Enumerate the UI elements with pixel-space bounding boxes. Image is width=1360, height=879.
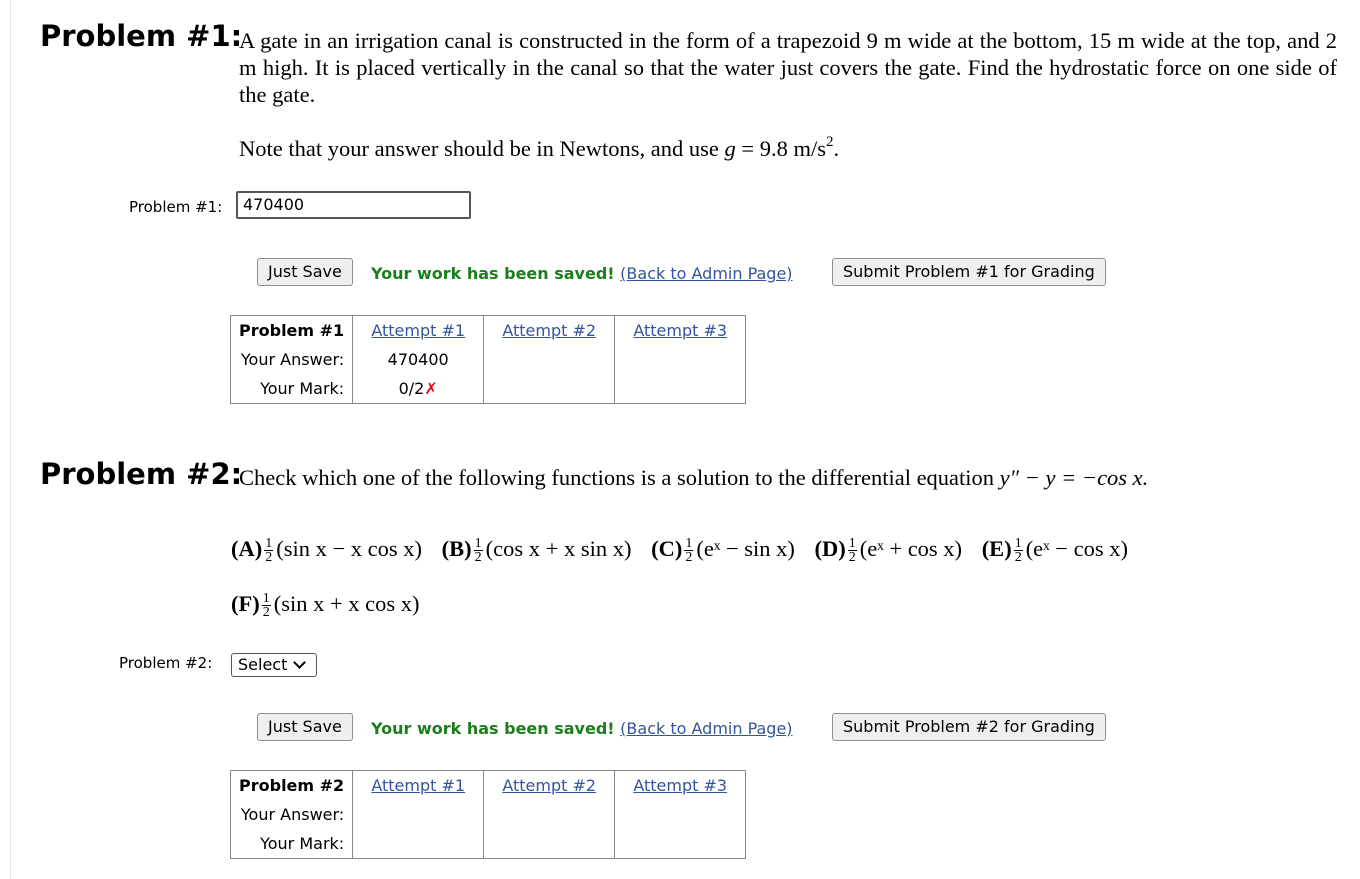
table-row: Your Mark: 0/2✗ (229, 374, 747, 404)
your-mark-label: Your Mark: (229, 374, 354, 404)
note-equation: = 9.8 m/s (735, 136, 826, 161)
attempt-2-answer (483, 345, 616, 374)
problem-1-submit-button[interactable]: Submit Problem #1 for Grading (832, 258, 1106, 286)
problem-2-attempts-table: Problem #2 Attempt #1 Attempt #2 Attempt… (229, 770, 747, 859)
saved-text: Your work has been saved! (371, 719, 615, 738)
back-to-admin-link[interactable]: (Back to Admin Page) (620, 264, 792, 283)
problem-2-submit-button[interactable]: Submit Problem #2 for Grading (832, 713, 1106, 741)
table-row: Your Answer: (229, 800, 747, 829)
note-end: . (833, 136, 840, 161)
table-row: Problem #2 Attempt #1 Attempt #2 Attempt… (229, 770, 747, 800)
note-variable: g (724, 136, 736, 161)
problem-2-statement: Check which one of the following functio… (239, 465, 1000, 490)
select-value: Select (238, 655, 288, 674)
problem-1-statement: A gate in an irrigation canal is constru… (239, 28, 1337, 107)
chevron-down-icon (293, 656, 307, 669)
choices-row-1: (A) 1 2 (sin x − x cos x) (B) 1 2 (cos x + x s… (231, 536, 1142, 566)
attempt-1-link[interactable]: Attempt #1 (352, 770, 485, 800)
problem-2-just-save-button[interactable]: Just Save (257, 713, 353, 741)
choice-e: (E) 1 2 (eˣ − cos x) (981, 536, 1128, 566)
choice-a: (A) 1 2 (sin x − x cos x) (231, 536, 423, 566)
problem-1-text: A gate in an irrigation canal is constru… (239, 27, 1337, 162)
incorrect-icon: ✗ (424, 379, 438, 398)
attempt-3-link[interactable]: Attempt #3 (614, 315, 747, 345)
attempt-3-answer (614, 345, 747, 374)
attempt-1-answer (352, 800, 485, 829)
attempt-3-mark (614, 829, 747, 859)
problem-1-attempts-table: Problem #1 Attempt #1 Attempt #2 Attempt… (229, 315, 747, 404)
problem-2-select[interactable]: Select (231, 653, 317, 677)
table-header: Problem #1 (229, 315, 354, 345)
choice-b: (B) 1 2 (cos x + x sin x) (441, 536, 632, 566)
attempt-3-mark (614, 374, 747, 404)
your-answer-label: Your Answer: (229, 800, 354, 829)
problem-1-heading: Problem #1: (40, 19, 243, 53)
note-prefix: Note that your answer should be in Newto… (239, 136, 725, 161)
attempt-1-mark (352, 829, 485, 859)
problem-2-equation: y″ − y = −cos x. (999, 465, 1149, 490)
problem-2-text: Check which one of the following functio… (239, 464, 1339, 491)
attempt-1-answer: 470400 (352, 345, 485, 374)
your-mark-label: Your Mark: (229, 829, 354, 859)
attempt-2-mark (483, 374, 616, 404)
table-header: Problem #2 (229, 770, 354, 800)
problem-1-answer-label: Problem #1: (129, 198, 223, 216)
problem-2-saved-message: Your work has been saved! (Back to Admin… (371, 719, 793, 738)
saved-text: Your work has been saved! (371, 264, 615, 283)
mark-value: 0/2 (398, 379, 425, 398)
problem-2-heading: Problem #2: (40, 457, 243, 491)
table-row: Your Answer: 470400 (229, 345, 747, 374)
attempt-3-link[interactable]: Attempt #3 (614, 770, 747, 800)
page-border (10, 0, 11, 879)
attempt-1-link[interactable]: Attempt #1 (352, 315, 485, 345)
attempt-2-link[interactable]: Attempt #2 (483, 770, 616, 800)
table-row: Your Mark: (229, 829, 747, 859)
choice-c: (C) 1 2 (eˣ − sin x) (651, 536, 795, 566)
problem-1-answer-input[interactable]: 470400 (236, 191, 471, 219)
problem-1-note: Note that your answer should be in Newto… (239, 135, 1337, 162)
attempt-2-answer (483, 800, 616, 829)
problem-2-answer-label: Problem #2: (119, 654, 213, 672)
choice-f: (F) 1 2 (sin x + x cos x) (231, 591, 420, 621)
back-to-admin-link[interactable]: (Back to Admin Page) (620, 719, 792, 738)
problem-1-just-save-button[interactable]: Just Save (257, 258, 353, 286)
problem-1-saved-message: Your work has been saved! (Back to Admin… (371, 264, 793, 283)
your-answer-label: Your Answer: (229, 345, 354, 374)
attempt-2-link[interactable]: Attempt #2 (483, 315, 616, 345)
choice-d: (D) 1 2 (eˣ + cos x) (814, 536, 963, 566)
attempt-2-mark (483, 829, 616, 859)
attempt-1-mark: 0/2✗ (352, 374, 485, 404)
attempt-3-answer (614, 800, 747, 829)
table-row: Problem #1 Attempt #1 Attempt #2 Attempt… (229, 315, 747, 345)
choices-row-2: (F) 1 2 (sin x + x cos x) (231, 591, 434, 621)
